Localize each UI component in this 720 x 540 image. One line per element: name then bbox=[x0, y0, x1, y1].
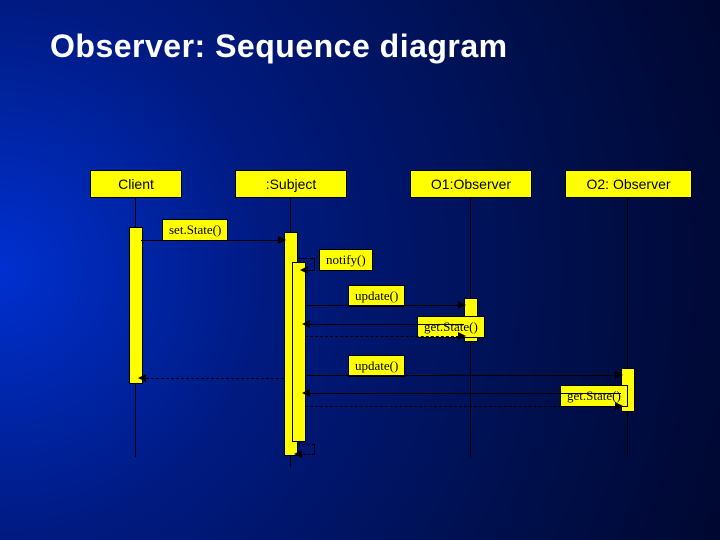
arrowhead-icon bbox=[300, 266, 308, 274]
arrowhead-icon bbox=[458, 332, 466, 340]
page-title: Observer: Sequence diagram bbox=[50, 28, 508, 65]
arrowhead-icon bbox=[615, 402, 623, 410]
arrowhead-icon bbox=[302, 320, 310, 328]
arrow-set-state bbox=[141, 240, 284, 241]
return-get-state-2 bbox=[305, 406, 621, 407]
arrowhead-icon bbox=[302, 389, 310, 397]
msg-notify: notify() bbox=[319, 249, 373, 271]
arrow-update-2 bbox=[305, 375, 621, 376]
self-return-side bbox=[314, 444, 315, 454]
arrowhead-icon bbox=[458, 301, 466, 309]
arrowhead-icon bbox=[278, 236, 286, 244]
participant-o2: O2: Observer bbox=[565, 170, 692, 198]
msg-get-state-1: get.State() bbox=[417, 316, 485, 338]
msg-set-state: set.State() bbox=[162, 219, 228, 241]
arrow-get-state-2 bbox=[305, 393, 621, 394]
arrow-get-state-1 bbox=[305, 324, 464, 325]
arrowhead-icon bbox=[615, 371, 623, 379]
arrow-update-1 bbox=[305, 305, 464, 306]
activation-client bbox=[129, 227, 143, 384]
lifeline-o2 bbox=[627, 197, 628, 457]
participant-client: Client bbox=[90, 170, 182, 198]
activation-subject-self bbox=[292, 262, 306, 442]
return-get-state-1 bbox=[305, 336, 464, 337]
self-return-top bbox=[297, 444, 315, 445]
self-arrow-side bbox=[314, 258, 315, 270]
msg-update-1: update() bbox=[348, 285, 405, 307]
self-arrow-top bbox=[297, 258, 315, 259]
participant-o1: O1:Observer bbox=[410, 170, 532, 198]
arrowhead-icon bbox=[294, 450, 302, 458]
participant-subject: :Subject bbox=[235, 170, 347, 198]
msg-update-2: update() bbox=[348, 355, 405, 377]
arrowhead-icon bbox=[138, 374, 146, 382]
return-set-state bbox=[141, 378, 284, 379]
